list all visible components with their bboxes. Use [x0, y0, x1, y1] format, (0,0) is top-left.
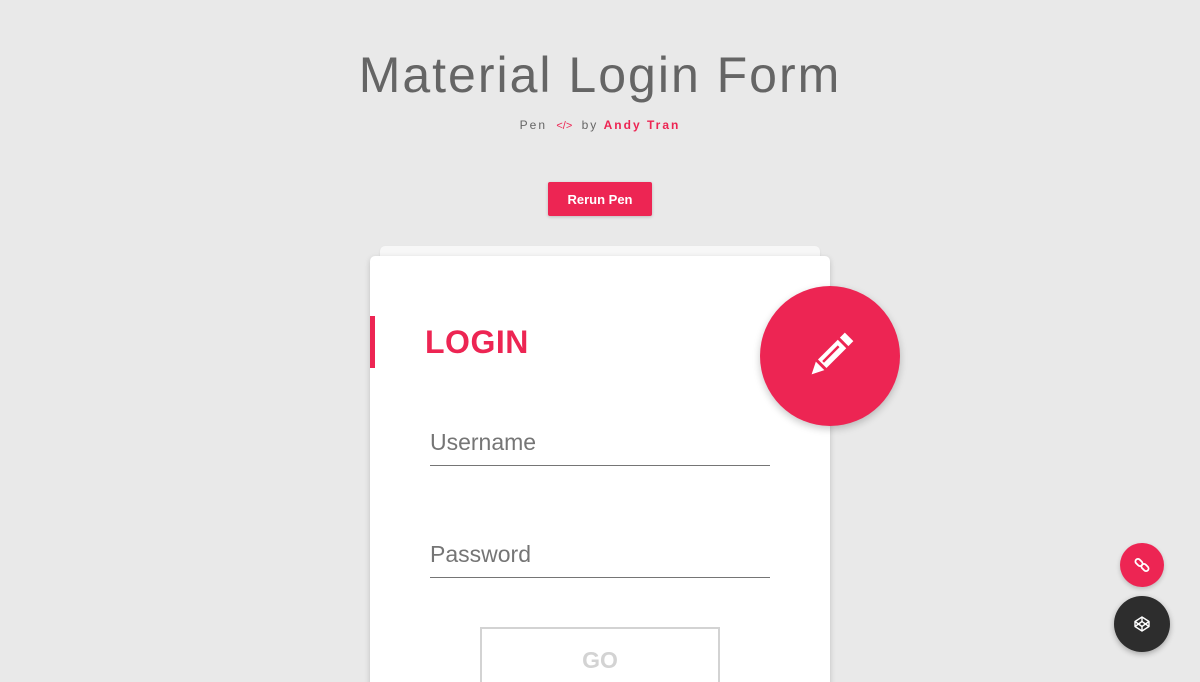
go-button[interactable]: GO — [480, 627, 720, 682]
link-icon — [1134, 558, 1150, 572]
username-field — [430, 419, 770, 466]
byline: Pen </> by Andy Tran — [0, 117, 1200, 134]
card-title: LOGIN — [425, 324, 529, 360]
password-input[interactable] — [430, 531, 770, 577]
share-fab-button[interactable] — [1120, 543, 1164, 587]
username-input[interactable] — [430, 419, 770, 465]
rerun-pen-button[interactable]: Rerun Pen — [548, 182, 652, 216]
codepen-icon — [1134, 616, 1150, 632]
login-card: LOGIN GO — [370, 256, 830, 682]
codepen-fab-button[interactable] — [1114, 596, 1170, 652]
pencil-icon — [811, 332, 854, 375]
page: Material Login Form Pen </> by Andy Tran… — [0, 0, 1200, 682]
byline-prefix: Pen — [519, 118, 548, 132]
author-link[interactable]: Andy Tran — [604, 118, 681, 132]
byline-by: by — [581, 118, 599, 132]
code-icon: </> — [556, 120, 573, 132]
card-title-accent — [370, 316, 375, 368]
edit-fab-button[interactable] — [760, 286, 900, 426]
password-field — [430, 531, 770, 578]
page-title: Material Login Form — [358, 47, 842, 103]
